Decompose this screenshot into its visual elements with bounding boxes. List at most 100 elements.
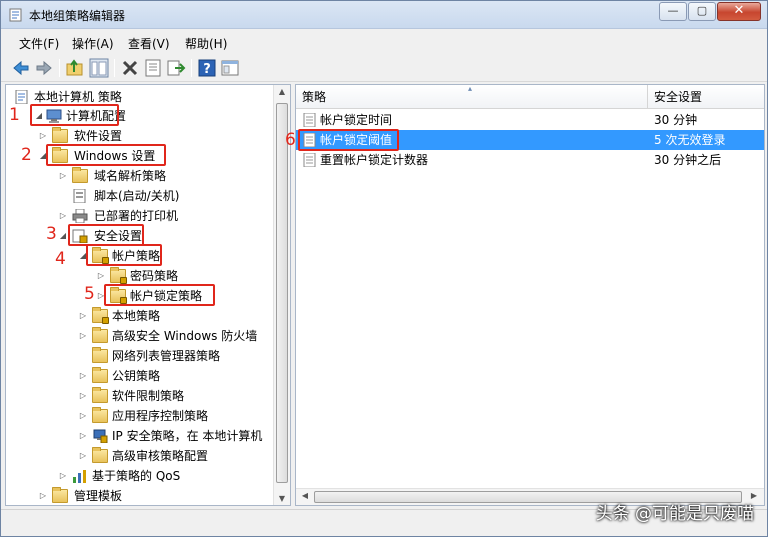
collapsed-arrow-icon[interactable]: ▷ (96, 266, 106, 286)
app-window: 本地组策略编辑器 — ▢ ✕ 文件(F) 操作(A) 查看(V) 帮助(H) ?… (0, 0, 768, 537)
policy-name: 帐户锁定时间 (320, 113, 393, 127)
scroll-left-arrow-icon[interactable]: ◀ (297, 491, 313, 500)
svg-text:?: ? (203, 62, 211, 77)
tree-label: 公钥策略 (112, 369, 161, 383)
locked-folder-icon (92, 307, 109, 324)
column-header-label: 安全设置 (654, 90, 703, 104)
annotation-box (104, 284, 215, 306)
qos-chart-icon (73, 470, 86, 483)
up-folder-icon[interactable] (65, 58, 85, 78)
list-row[interactable]: 重置帐户锁定计数器 30 分钟之后 (296, 150, 764, 170)
annotation-number: 4 (55, 249, 66, 269)
collapsed-arrow-icon[interactable]: ▷ (78, 366, 88, 386)
tree-label: 管理模板 (74, 489, 123, 503)
folder-icon (92, 347, 108, 363)
tree-label: 高级审核策略配置 (112, 449, 209, 463)
collapsed-arrow-icon[interactable]: ▷ (78, 306, 88, 326)
export-icon[interactable] (166, 58, 186, 78)
menu-view[interactable]: 查看(V) (128, 35, 170, 52)
maximize-button[interactable]: ▢ (688, 2, 716, 21)
show-hide-tree-icon[interactable] (89, 58, 109, 78)
annotation-box (298, 129, 399, 151)
annotation-box (68, 224, 144, 246)
collapsed-arrow-icon[interactable]: ▷ (78, 406, 88, 426)
column-header-policy[interactable]: 策略 ▴ (296, 85, 648, 109)
folder-icon (72, 167, 88, 183)
folder-icon (92, 387, 108, 403)
collapsed-arrow-icon[interactable]: ▷ (38, 486, 48, 505)
scroll-down-arrow-icon[interactable]: ▼ (274, 494, 290, 503)
tree-scroll-thumb[interactable] (276, 103, 288, 483)
collapsed-arrow-icon[interactable]: ▷ (58, 206, 68, 226)
tree-label: 基于策略的 QoS (92, 469, 181, 483)
minimize-icon: — (667, 4, 679, 17)
menu-file[interactable]: 文件(F) (19, 35, 59, 52)
policy-document-icon (15, 90, 28, 104)
sort-ascending-icon: ▴ (468, 84, 473, 93)
collapsed-arrow-icon[interactable]: ▷ (78, 446, 88, 466)
forward-icon[interactable] (34, 58, 54, 78)
folder-icon (92, 447, 108, 463)
tree-label: 脚本(启动/关机) (94, 189, 180, 203)
folder-icon (92, 367, 108, 383)
security-setting-value: 5 次无效登录 (654, 133, 726, 147)
tree-label: 本地策略 (112, 309, 161, 323)
close-icon: ✕ (733, 3, 745, 18)
tree-label: 软件限制策略 (112, 389, 185, 403)
back-icon[interactable] (11, 58, 31, 78)
tree-label: 应用程序控制策略 (112, 409, 209, 423)
tree-label: IP 安全策略，在 本地计算机 (112, 429, 263, 443)
window-title: 本地组策略编辑器 (29, 9, 126, 23)
menu-bar: 文件(F) 操作(A) 查看(V) 帮助(H) (1, 31, 767, 53)
folder-icon (52, 127, 68, 143)
annotation-number: 5 (84, 284, 95, 304)
security-setting-value: 30 分钟 (654, 113, 698, 127)
collapsed-arrow-icon[interactable]: ▷ (38, 126, 48, 146)
tree-label: 已部署的打印机 (94, 209, 179, 223)
help-icon[interactable]: ? (197, 58, 217, 78)
policy-setting-icon (303, 113, 316, 127)
collapsed-arrow-icon[interactable]: ▷ (78, 326, 88, 346)
annotation-number: 3 (46, 224, 57, 244)
annotation-number: 1 (9, 105, 20, 125)
collapsed-arrow-icon[interactable]: ▷ (78, 426, 88, 446)
minimize-button[interactable]: — (659, 2, 687, 21)
collapsed-arrow-icon[interactable]: ▷ (78, 386, 88, 406)
list-row[interactable]: 帐户锁定时间 30 分钟 (296, 110, 764, 130)
collapsed-arrow-icon[interactable]: ▷ (58, 466, 68, 486)
policy-name: 重置帐户锁定计数器 (320, 153, 429, 167)
security-setting-value: 30 分钟之后 (654, 153, 722, 167)
folder-icon (52, 487, 68, 503)
folder-icon (92, 407, 108, 423)
expanded-arrow-icon[interactable]: ◢ (58, 226, 68, 246)
annotation-number: 6 (285, 130, 296, 150)
close-button[interactable]: ✕ (717, 2, 761, 21)
tree-label: 网络列表管理器策略 (112, 349, 221, 363)
watermark-text: 头条 @可能是只废喵 (595, 504, 754, 524)
maximize-icon: ▢ (696, 4, 708, 17)
annotation-box (46, 144, 166, 166)
folder-icon (92, 327, 108, 343)
toolbar: ? (1, 54, 767, 82)
script-icon (73, 189, 86, 203)
annotation-number: 2 (21, 145, 32, 165)
tree-label: 域名解析策略 (94, 169, 167, 183)
menu-action[interactable]: 操作(A) (72, 35, 114, 52)
tree-label: 高级安全 Windows 防火墙 (112, 329, 258, 343)
annotation-box (86, 244, 162, 266)
column-header-security-setting[interactable]: 安全设置 (648, 85, 764, 109)
menu-help[interactable]: 帮助(H) (185, 35, 227, 52)
policy-setting-icon (303, 153, 316, 167)
tree-label: 密码策略 (130, 269, 179, 283)
title-bar[interactable]: 本地组策略编辑器 — ▢ ✕ (1, 1, 767, 29)
delete-icon[interactable] (120, 58, 140, 78)
scroll-up-arrow-icon[interactable]: ▲ (274, 87, 290, 96)
view-icon[interactable] (220, 58, 240, 78)
column-header-label: 策略 (302, 90, 327, 104)
policy-editor-icon (9, 8, 22, 22)
properties-icon[interactable] (143, 58, 163, 78)
ip-security-icon (93, 429, 108, 443)
collapsed-arrow-icon[interactable]: ▷ (58, 166, 68, 186)
annotation-box (30, 104, 119, 126)
tree-label: 软件设置 (74, 129, 123, 143)
